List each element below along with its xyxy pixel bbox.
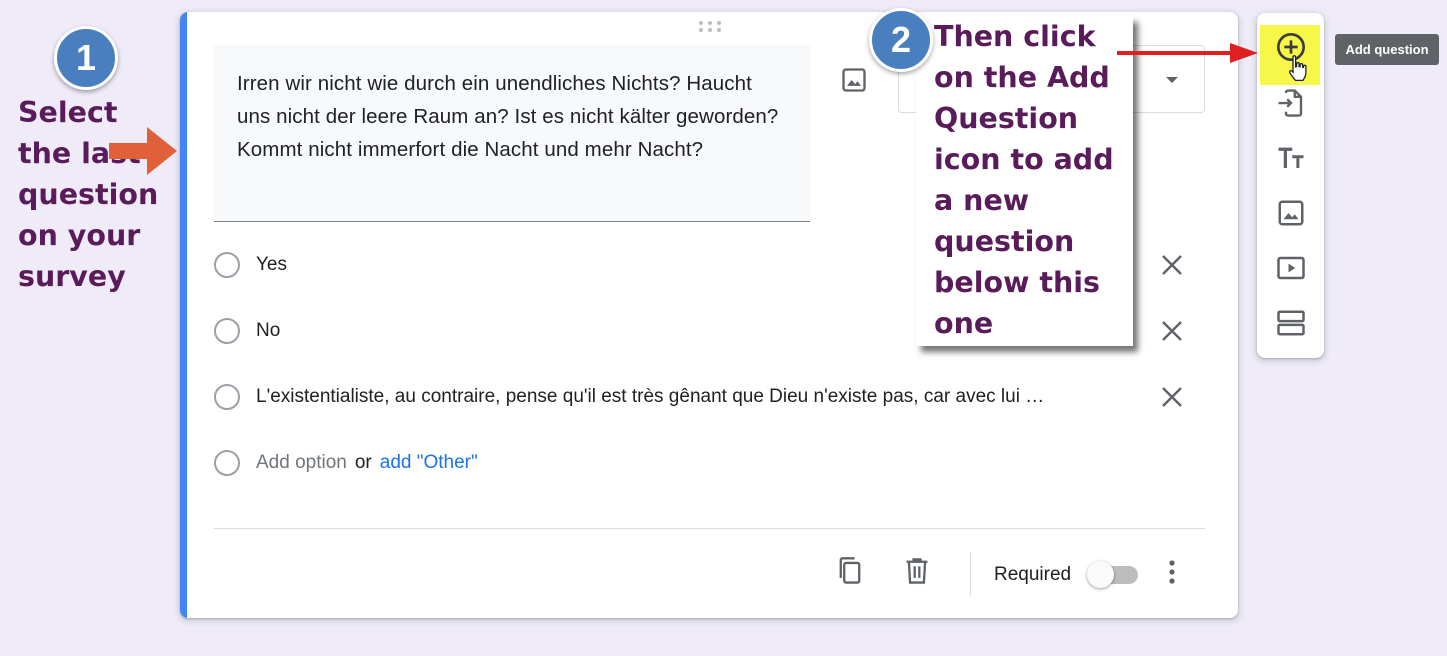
arrow-right-icon	[1117, 43, 1258, 63]
chevron-down-icon	[1166, 77, 1178, 83]
import-questions-icon[interactable]	[1276, 88, 1306, 118]
footer-divider	[214, 528, 1205, 529]
duplicate-icon[interactable]	[836, 556, 864, 586]
step-2-instruction: Then click on the Add Question icon to a…	[934, 20, 1114, 340]
trash-icon[interactable]	[903, 556, 931, 586]
option-row: L'existentialiste, au contraire, pense q…	[214, 383, 1194, 411]
required-label: Required	[994, 564, 1072, 585]
drag-handle[interactable]	[699, 21, 723, 35]
more-options-icon[interactable]	[1162, 558, 1182, 586]
step-2-callout: Then click on the Add Question icon to a…	[916, 16, 1133, 346]
close-icon[interactable]	[1160, 319, 1184, 343]
or-label: or	[354, 452, 372, 473]
add-option-row-label: Add option or add "Other"	[256, 452, 478, 474]
step-1-instruction: Select the last question on your survey	[18, 96, 159, 293]
required-toggle-knob[interactable]	[1087, 561, 1114, 588]
option-label[interactable]: L'existentialiste, au contraire, pense q…	[256, 386, 1044, 408]
footer-vertical-divider	[970, 552, 971, 596]
arrow-right-icon	[109, 127, 177, 175]
radio-circle-icon	[214, 252, 240, 278]
add-option-row: Add option or add "Other"	[214, 449, 1194, 477]
radio-circle-icon	[214, 384, 240, 410]
radio-circle-icon	[214, 318, 240, 344]
close-icon[interactable]	[1160, 253, 1184, 277]
option-label[interactable]: No	[256, 320, 280, 342]
radio-circle-icon	[214, 450, 240, 476]
close-icon[interactable]	[1160, 385, 1184, 409]
step-2-badge: 2	[869, 8, 933, 72]
image-icon[interactable]	[1276, 198, 1306, 228]
selected-card-accent	[180, 12, 187, 618]
video-icon[interactable]	[1276, 253, 1306, 283]
add-image-icon[interactable]	[840, 66, 868, 94]
add-question-tooltip: Add question	[1335, 34, 1439, 65]
option-label[interactable]: Yes	[256, 254, 287, 276]
floating-toolbar	[1257, 13, 1324, 358]
title-text-icon[interactable]	[1276, 143, 1306, 173]
step-1-badge: 1	[54, 26, 118, 90]
hand-cursor-icon	[1287, 53, 1309, 83]
add-other-link[interactable]: add "Other"	[380, 452, 478, 473]
add-option-button[interactable]: Add option	[256, 452, 347, 473]
section-icon[interactable]	[1276, 308, 1306, 338]
question-title-input[interactable]: Irren wir nicht wie durch ein unendliche…	[214, 45, 810, 222]
